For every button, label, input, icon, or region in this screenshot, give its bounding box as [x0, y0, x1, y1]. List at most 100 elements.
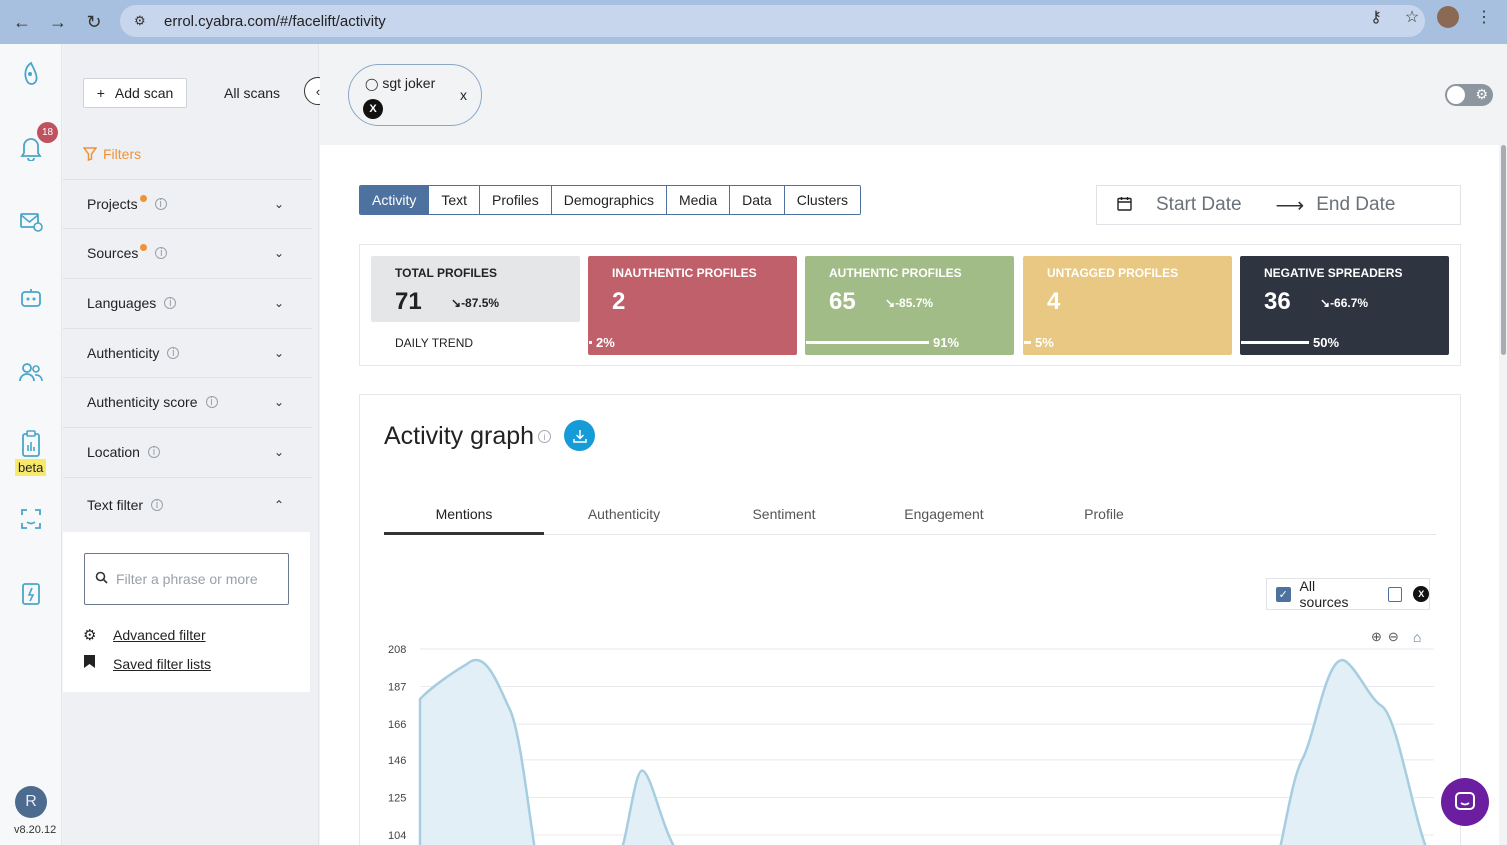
- scrollbar[interactable]: [1501, 145, 1506, 355]
- start-date-field[interactable]: Start Date: [1156, 194, 1242, 216]
- tab-data[interactable]: Data: [730, 186, 785, 214]
- tab-mentions[interactable]: Mentions: [384, 495, 544, 535]
- back-icon[interactable]: ←: [4, 4, 40, 40]
- info-icon[interactable]: i: [147, 446, 160, 458]
- trend-value: -66.7%: [1330, 296, 1369, 310]
- scan-name: sgt joker: [382, 75, 436, 91]
- user-avatar[interactable]: R: [15, 786, 47, 818]
- card-value: 36: [1264, 288, 1291, 315]
- info-icon[interactable]: i: [205, 396, 218, 408]
- site-settings-icon[interactable]: ⚙: [134, 13, 152, 29]
- saved-filter-lists-label: Saved filter lists: [113, 655, 212, 672]
- filter-projects[interactable]: Projects i ⌄: [63, 179, 312, 228]
- beta-label: beta: [15, 459, 47, 476]
- reload-icon[interactable]: ↻: [76, 4, 112, 40]
- total-profiles-card[interactable]: TOTAL PROFILES 71 ↘-87.5%: [371, 256, 580, 322]
- forward-icon[interactable]: →: [40, 4, 76, 40]
- download-icon: [572, 429, 587, 443]
- password-key-icon[interactable]: ⚷: [1365, 6, 1387, 28]
- zoom-out-icon[interactable]: ⊖: [1388, 629, 1399, 645]
- inauthentic-profiles-card[interactable]: INAUTHENTIC PROFILES 2 2%: [588, 256, 797, 355]
- card-value: 65: [829, 288, 856, 315]
- all-sources-checkbox[interactable]: ✓: [1276, 586, 1291, 602]
- zoom-in-icon[interactable]: ⊕: [1371, 629, 1382, 645]
- trend-value: -85.7%: [895, 296, 934, 310]
- add-scan-label: Add scan: [114, 85, 174, 101]
- add-scan-button[interactable]: + Add scan: [83, 78, 187, 108]
- filter-authenticity-score[interactable]: Authenticity score i ⌄: [63, 377, 312, 426]
- tab-demographics[interactable]: Demographics: [551, 186, 667, 214]
- all-scans-link[interactable]: All scans: [224, 85, 280, 101]
- users-icon[interactable]: [15, 356, 47, 388]
- clipboard-chart-icon[interactable]: [15, 428, 47, 460]
- chat-icon: [1455, 792, 1475, 810]
- tab-profile[interactable]: Profile: [1024, 495, 1184, 533]
- filter-location[interactable]: Location i ⌄: [63, 427, 312, 476]
- funnel-icon: [83, 147, 97, 161]
- tab-clusters[interactable]: Clusters: [784, 186, 861, 214]
- profile-avatar[interactable]: [1437, 6, 1459, 28]
- tab-sentiment[interactable]: Sentiment: [704, 495, 864, 533]
- y-tick-label: 166: [388, 719, 406, 731]
- text-filter-section: Filter a phrase or more ⚙ Advanced filte…: [63, 532, 310, 692]
- tab-authenticity[interactable]: Authenticity: [544, 495, 704, 533]
- y-tick-label: 208: [388, 645, 406, 656]
- y-tick-label: 187: [388, 682, 406, 694]
- card-value: 4: [1047, 288, 1061, 315]
- date-range-picker[interactable]: Start Date ⟶ End Date: [1096, 185, 1461, 225]
- filter-text[interactable]: Text filter i ⌃: [63, 477, 312, 532]
- filter-sources[interactable]: Sources i ⌄: [63, 228, 312, 277]
- card-title: INAUTHENTIC PROFILES: [612, 266, 757, 280]
- arrow-right-icon: ⟶: [1275, 194, 1305, 217]
- filter-label: Languages: [87, 295, 157, 311]
- tab-activity[interactable]: Activity: [360, 186, 430, 214]
- close-scan-button[interactable]: x: [460, 87, 467, 103]
- gear-icon: ⚙: [1475, 86, 1488, 102]
- info-icon[interactable]: i: [538, 430, 551, 443]
- robot-icon[interactable]: [15, 282, 47, 314]
- filter-languages[interactable]: Languages i ⌄: [63, 278, 312, 327]
- chat-support-button[interactable]: [1441, 778, 1489, 826]
- advanced-filter-link[interactable]: ⚙ Advanced filter: [83, 626, 206, 644]
- mail-alert-icon[interactable]: [15, 206, 47, 238]
- face-scan-icon[interactable]: [15, 503, 47, 535]
- info-icon[interactable]: i: [167, 347, 180, 359]
- chevron-down-icon: ⌄: [273, 346, 284, 360]
- info-icon[interactable]: i: [155, 247, 168, 259]
- source-selector: ✓ All sources X: [1266, 578, 1430, 610]
- info-icon[interactable]: i: [164, 297, 177, 309]
- filter-label: Authenticity score: [87, 394, 198, 410]
- toggle-knob: [1447, 86, 1465, 104]
- saved-filter-lists-link[interactable]: Saved filter lists: [83, 654, 211, 673]
- tab-engagement[interactable]: Engagement: [864, 495, 1024, 533]
- info-icon[interactable]: i: [154, 198, 167, 210]
- chevron-down-icon: ⌄: [273, 197, 284, 211]
- info-icon[interactable]: i: [151, 499, 164, 511]
- card-percent: 91%: [933, 335, 960, 350]
- tab-profiles[interactable]: Profiles: [480, 186, 552, 214]
- authentic-profiles-card[interactable]: AUTHENTIC PROFILES 65 ↘-85.7% 91%: [805, 256, 1014, 355]
- menu-dots-icon[interactable]: ⋮: [1473, 6, 1495, 28]
- settings-toggle[interactable]: ⚙: [1445, 84, 1493, 106]
- negative-spreaders-card[interactable]: NEGATIVE SPREADERS 36 ↘-66.7% 50%: [1240, 256, 1449, 355]
- scan-chip[interactable]: ◯ sgt joker X x: [348, 64, 482, 126]
- chevron-up-icon: ⌃: [273, 498, 284, 512]
- untagged-profiles-card[interactable]: UNTAGGED PROFILES 4 5%: [1023, 256, 1232, 355]
- mentions-area-series: [418, 658, 1427, 845]
- end-date-field[interactable]: End Date: [1316, 194, 1395, 216]
- address-bar[interactable]: ⚙ errol.cyabra.com/#/facelift/activity: [120, 5, 1425, 37]
- card-percent: 50%: [1313, 335, 1340, 350]
- x-source-checkbox[interactable]: [1387, 586, 1403, 602]
- reset-zoom-home-icon[interactable]: ⌂: [1413, 629, 1421, 645]
- card-progress-bar: [1241, 341, 1309, 344]
- card-trend: ↘-66.7%: [1320, 296, 1368, 310]
- tab-text[interactable]: Text: [429, 186, 481, 214]
- text-filter-input[interactable]: Filter a phrase or more: [84, 553, 289, 605]
- owl-logo-icon[interactable]: [15, 58, 47, 90]
- filter-authenticity[interactable]: Authenticity i ⌄: [63, 328, 312, 377]
- download-button[interactable]: [564, 420, 595, 451]
- tab-media[interactable]: Media: [666, 186, 731, 214]
- bookmark-bolt-icon[interactable]: [15, 578, 47, 610]
- bookmark-star-icon[interactable]: ☆: [1401, 6, 1423, 28]
- app-rail: 18 beta R v8.20.12: [0, 44, 62, 845]
